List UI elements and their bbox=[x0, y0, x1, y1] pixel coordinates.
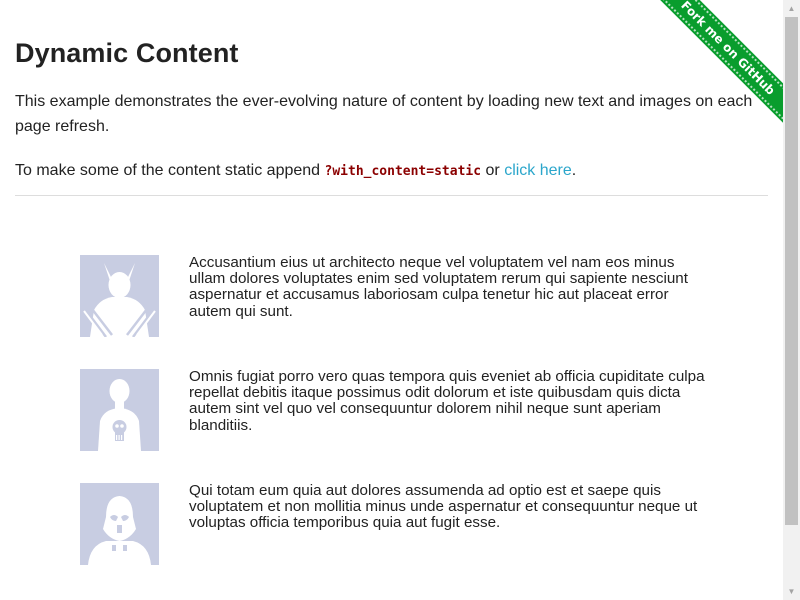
vertical-scrollbar[interactable]: ▲ ▼ bbox=[783, 0, 800, 600]
scroll-up-arrow-icon[interactable]: ▲ bbox=[783, 0, 800, 17]
stormtrooper-avatar-icon bbox=[80, 483, 159, 565]
static-prefix-text: To make some of the content static appen… bbox=[15, 162, 325, 179]
static-suffix-text: . bbox=[571, 162, 577, 179]
row-1-text: Accusantium eius ut architecto neque vel… bbox=[189, 254, 688, 320]
page-title: Dynamic Content bbox=[15, 38, 239, 68]
divider bbox=[15, 195, 768, 196]
static-or-text: or bbox=[481, 162, 505, 179]
static-query-code: ?with_content=static bbox=[324, 164, 482, 179]
scroll-down-arrow-icon[interactable]: ▼ bbox=[783, 583, 800, 600]
click-here-link[interactable]: click here bbox=[504, 162, 572, 179]
github-ribbon: Fork me on GitHub bbox=[634, 0, 784, 150]
row-2-text: Omnis fugiat porro vero quas tempora qui… bbox=[189, 368, 705, 434]
fork-me-on-github-link[interactable]: Fork me on GitHub bbox=[648, 0, 784, 128]
wolverine-avatar-icon bbox=[80, 255, 159, 337]
row-3-text: Qui totam eum quia aut dolores assumenda… bbox=[189, 482, 698, 532]
scrollbar-thumb[interactable] bbox=[785, 17, 798, 525]
punisher-avatar-icon bbox=[80, 369, 159, 451]
static-instructions: To make some of the content static appen… bbox=[15, 159, 576, 184]
page: Dynamic Content This example demonstrate… bbox=[0, 0, 800, 600]
